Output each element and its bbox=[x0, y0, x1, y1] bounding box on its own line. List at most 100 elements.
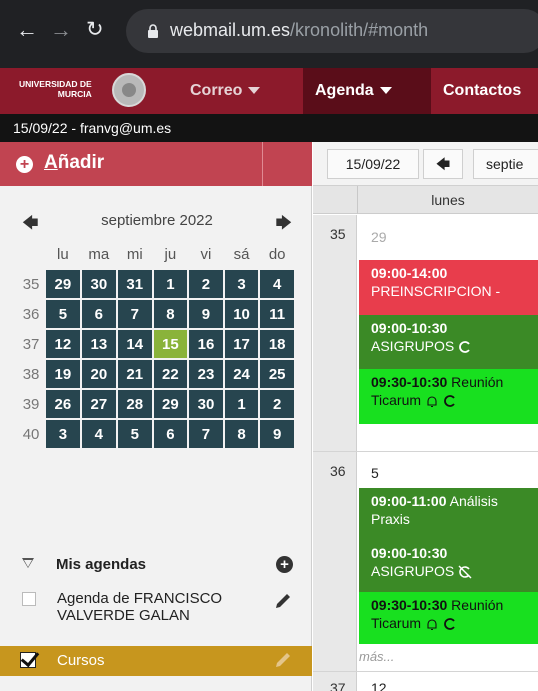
day-number[interactable]: 29 bbox=[371, 229, 387, 245]
month-toolbar: 15/09/22 🡄 septie bbox=[313, 142, 538, 186]
mini-day[interactable]: 11 bbox=[260, 300, 294, 328]
calendar-checkbox[interactable] bbox=[22, 592, 36, 606]
today-date-button[interactable]: 15/09/22 bbox=[327, 149, 419, 179]
mini-day[interactable]: 28 bbox=[117, 390, 152, 418]
mini-day[interactable]: 1 bbox=[153, 270, 188, 298]
week-number[interactable]: 36 bbox=[313, 452, 357, 671]
mini-day[interactable]: 19 bbox=[46, 360, 80, 388]
mini-day[interactable]: 29 bbox=[46, 270, 80, 298]
day-number[interactable]: 5 bbox=[371, 465, 379, 481]
mini-day[interactable]: 4 bbox=[81, 420, 116, 448]
more-events-link[interactable]: más... bbox=[359, 649, 394, 664]
mini-day[interactable]: 10 bbox=[224, 300, 259, 328]
day-cell[interactable]: 5 09:00-11:00 Análisis Praxis 09:00-10:3… bbox=[357, 452, 538, 671]
menu-contactos[interactable]: Contactos bbox=[443, 68, 521, 114]
mini-day[interactable]: 29 bbox=[153, 390, 188, 418]
pencil-icon[interactable] bbox=[272, 590, 294, 612]
mini-day[interactable]: 25 bbox=[260, 360, 294, 388]
mini-day[interactable]: 4 bbox=[260, 270, 294, 298]
mini-week-number[interactable]: 36 bbox=[18, 300, 44, 328]
mini-day[interactable]: 23 bbox=[189, 360, 223, 388]
mini-day[interactable]: 30 bbox=[81, 270, 116, 298]
mini-day[interactable]: 13 bbox=[81, 330, 116, 358]
calendar-name: Agenda de FRANCISCO VALVERDE GALAN bbox=[57, 590, 223, 624]
mini-day[interactable]: 2 bbox=[189, 270, 223, 298]
mini-day[interactable]: 12 bbox=[46, 330, 80, 358]
mini-day[interactable]: 6 bbox=[153, 420, 188, 448]
mini-day[interactable]: 6 bbox=[81, 300, 116, 328]
pencil-icon[interactable] bbox=[272, 649, 294, 671]
calendar-event[interactable]: 09:00-11:00 Análisis Praxis bbox=[359, 488, 538, 540]
calendar-item[interactable]: Agenda de FRANCISCO VALVERDE GALAN bbox=[0, 582, 312, 630]
reload-icon[interactable]: ↻ bbox=[86, 18, 104, 42]
mini-day[interactable]: 27 bbox=[81, 390, 116, 418]
mini-week-number[interactable]: 37 bbox=[18, 330, 44, 358]
mini-day[interactable]: 21 bbox=[117, 360, 152, 388]
mini-day-today[interactable]: 15 bbox=[153, 330, 188, 358]
week-number[interactable]: 37 bbox=[313, 672, 357, 691]
mini-day[interactable]: 30 bbox=[189, 390, 223, 418]
calendar-event[interactable]: 09:00-14:00 PREINSCRIPCION - bbox=[359, 260, 538, 315]
calendar-name: Cursos bbox=[57, 652, 105, 669]
forward-arrow-icon[interactable]: → bbox=[50, 18, 72, 42]
mini-day[interactable]: 5 bbox=[46, 300, 80, 328]
mini-day[interactable]: 7 bbox=[117, 300, 152, 328]
week-number[interactable]: 35 bbox=[313, 215, 357, 451]
mini-week-number[interactable]: 35 bbox=[18, 270, 44, 298]
university-logo[interactable]: UNIVERSIDAD DE MURCIA bbox=[0, 68, 160, 114]
address-bar[interactable]: webmail.um.es/kronolith/#month bbox=[126, 9, 538, 53]
mini-day[interactable]: 8 bbox=[224, 420, 259, 448]
mini-calendar-grid: lu ma mi ju vi sá do 35 29 30 31 1 2 3 4 36 5 6 7 8 9… bbox=[16, 238, 296, 450]
back-arrow-icon[interactable]: ← bbox=[16, 18, 38, 42]
mini-day[interactable]: 3 bbox=[46, 420, 80, 448]
day-number[interactable]: 12 bbox=[371, 680, 387, 691]
calendar-item-selected[interactable]: Cursos bbox=[0, 646, 312, 676]
calendar-checkbox-checked[interactable] bbox=[20, 652, 36, 668]
recurring-icon bbox=[459, 341, 470, 354]
mini-week-number[interactable]: 40 bbox=[18, 420, 44, 448]
mini-day[interactable]: 9 bbox=[189, 300, 223, 328]
mini-day[interactable]: 1 bbox=[224, 390, 259, 418]
next-month-arrow-icon[interactable]: 🡆 bbox=[275, 212, 292, 239]
mini-day[interactable]: 17 bbox=[224, 330, 259, 358]
mini-day[interactable]: 24 bbox=[224, 360, 259, 388]
calendar-event[interactable]: 09:00-10:30 ASIGRUPOS bbox=[359, 315, 538, 369]
calendar-event[interactable]: 09:30-10:30 Reunión Ticarum bbox=[359, 369, 538, 424]
lock-icon bbox=[148, 24, 158, 38]
mini-day[interactable]: 18 bbox=[260, 330, 294, 358]
mini-calendar: 🡄 septiembre 2022 🡆 lu ma mi ju vi sá do… bbox=[18, 204, 296, 450]
mini-day[interactable]: 22 bbox=[153, 360, 188, 388]
browser-toolbar: ← → ↻ webmail.um.es/kronolith/#month bbox=[0, 0, 538, 68]
collapse-triangle-icon[interactable] bbox=[22, 558, 34, 568]
month-label[interactable]: septie bbox=[473, 149, 538, 179]
calendar-event[interactable]: 09:00-10:30 ASIGRUPOS bbox=[359, 540, 538, 592]
mini-day[interactable]: 31 bbox=[117, 270, 152, 298]
bell-icon bbox=[427, 396, 437, 408]
address-url: webmail.um.es/kronolith/#month bbox=[170, 20, 429, 40]
menu-correo[interactable]: Correo bbox=[190, 68, 261, 114]
prev-period-button[interactable]: 🡄 bbox=[423, 149, 463, 179]
mini-day[interactable]: 9 bbox=[260, 420, 294, 448]
add-calendar-icon[interactable]: + bbox=[276, 556, 293, 573]
mini-week-number[interactable]: 38 bbox=[18, 360, 44, 388]
mini-day[interactable]: 7 bbox=[189, 420, 223, 448]
day-cell[interactable]: 29 09:00-14:00 PREINSCRIPCION - 09:00-10… bbox=[357, 215, 538, 451]
day-cell[interactable]: 12 bbox=[357, 672, 538, 691]
mini-day[interactable]: 14 bbox=[117, 330, 152, 358]
mini-calendar-title: septiembre 2022 bbox=[101, 212, 213, 229]
menu-agenda[interactable]: Agenda bbox=[303, 68, 431, 114]
mini-day[interactable]: 2 bbox=[260, 390, 294, 418]
mini-day[interactable]: 26 bbox=[46, 390, 80, 418]
weekday-label: ma bbox=[88, 245, 110, 263]
weekday-label: vi bbox=[200, 245, 212, 263]
bell-icon bbox=[427, 619, 437, 631]
mini-week-number[interactable]: 39 bbox=[18, 390, 44, 418]
mini-day[interactable]: 5 bbox=[117, 420, 152, 448]
my-calendars-section: Mis agendas + Agenda de FRANCISCO VALVERD… bbox=[0, 548, 312, 630]
mini-day[interactable]: 8 bbox=[153, 300, 188, 328]
mini-day[interactable]: 20 bbox=[81, 360, 116, 388]
mini-day[interactable]: 3 bbox=[224, 270, 259, 298]
add-event-button[interactable]: + Añadir bbox=[0, 142, 312, 186]
mini-day[interactable]: 16 bbox=[189, 330, 223, 358]
calendar-event[interactable]: 09:30-10:30 Reunión Ticarum bbox=[359, 592, 538, 644]
